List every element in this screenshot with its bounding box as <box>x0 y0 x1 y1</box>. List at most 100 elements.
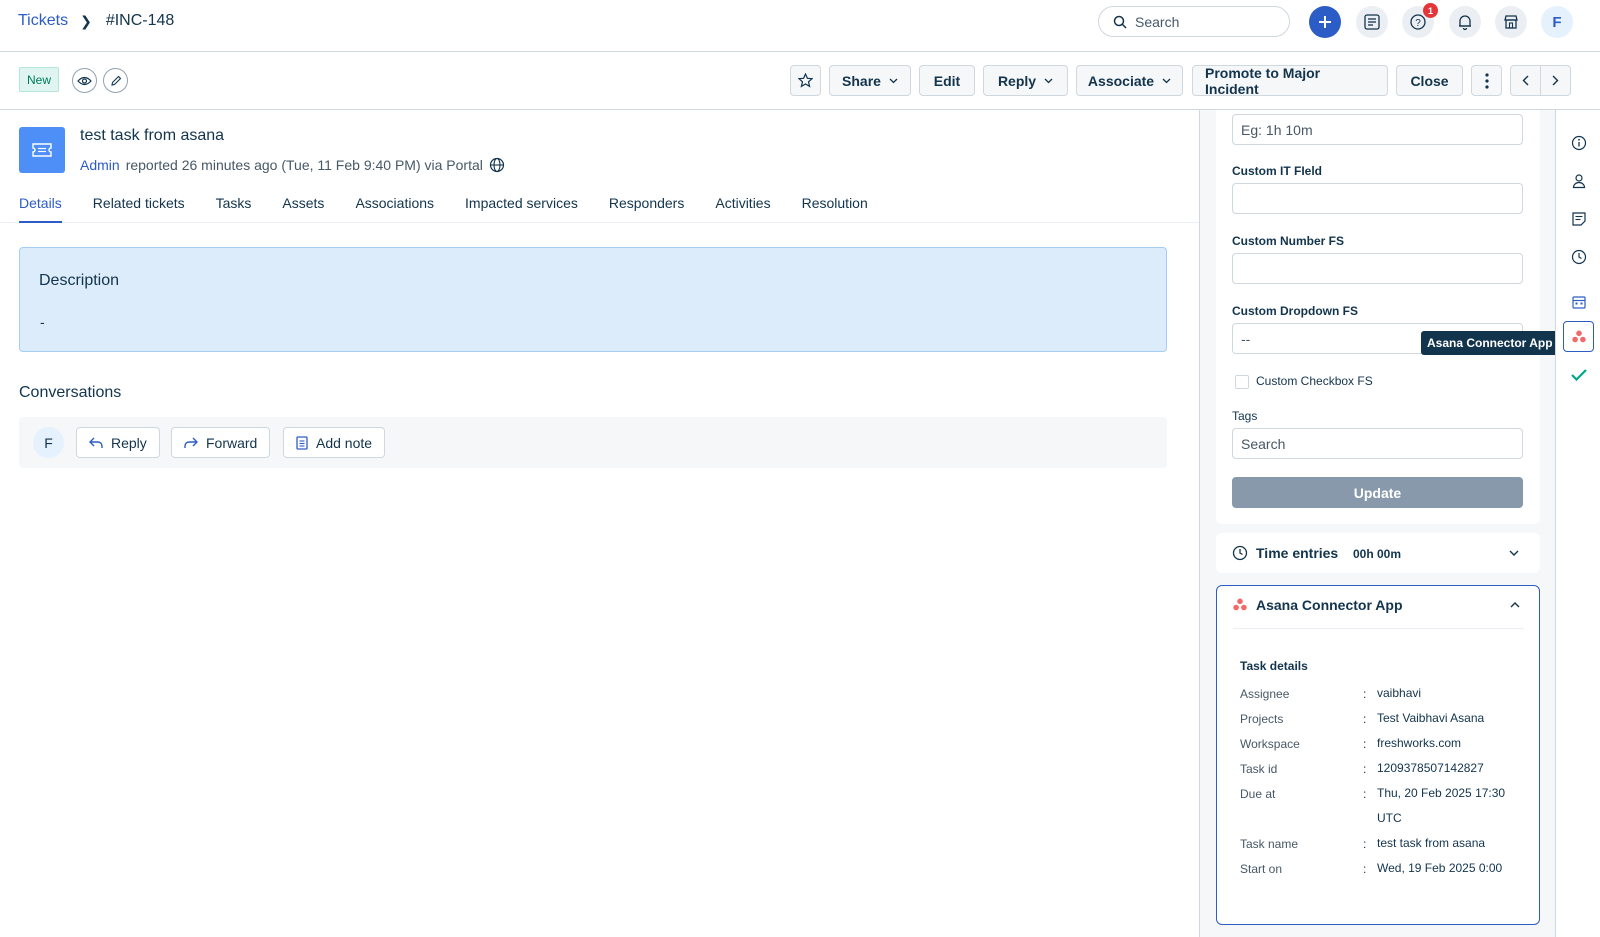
status-badge: New <box>19 67 60 92</box>
tab-tasks[interactable]: Tasks <box>216 188 252 223</box>
chevron-up-icon[interactable] <box>1510 602 1520 608</box>
clock-icon <box>1232 545 1248 561</box>
ticket-meta: Admin reported 26 minutes ago (Tue, 11 F… <box>80 157 505 173</box>
reporter-link[interactable]: Admin <box>80 157 120 173</box>
tab-resolution[interactable]: Resolution <box>802 188 868 223</box>
global-search-input[interactable]: Search <box>1098 6 1290 37</box>
tags-search-input[interactable]: Search <box>1232 428 1523 459</box>
task-name-value: test task from asana <box>1377 836 1486 850</box>
tab-details[interactable]: Details <box>19 188 62 223</box>
user-avatar[interactable]: F <box>1541 6 1573 38</box>
ticket-action-bar: New Share Edit Reply Associate Promote t… <box>0 52 1600 110</box>
forward-button[interactable]: Forward <box>171 427 271 458</box>
previous-ticket-button[interactable] <box>1510 65 1541 96</box>
conversation-actions: F Reply Forward Add note <box>19 417 1167 468</box>
close-ticket-button[interactable]: Close <box>1396 65 1463 96</box>
tab-associations[interactable]: Associations <box>355 188 434 223</box>
calendar-icon <box>1571 295 1586 309</box>
assignee-key: Assignee <box>1240 687 1290 701</box>
more-actions-button[interactable] <box>1471 65 1502 96</box>
custom-number-input[interactable] <box>1232 253 1523 284</box>
ticket-type-icon <box>19 127 65 173</box>
chevron-down-icon <box>1044 78 1053 84</box>
asana-logo-icon <box>1571 330 1586 343</box>
share-label: Share <box>842 72 881 89</box>
reply-label: Reply <box>111 434 147 451</box>
chevron-down-icon <box>889 78 898 84</box>
tab-responders[interactable]: Responders <box>609 188 685 223</box>
separator: : <box>1363 762 1367 776</box>
separator: : <box>1363 737 1367 751</box>
calendar-rail-button[interactable] <box>1563 286 1594 317</box>
help-button[interactable]: ? 1 <box>1402 3 1438 38</box>
requester-rail-button[interactable] <box>1563 165 1594 196</box>
add-note-button[interactable]: Add note <box>283 427 386 458</box>
description-panel: Description - <box>19 247 1167 352</box>
associate-button[interactable]: Associate <box>1076 65 1183 96</box>
right-icon-rail <box>1555 110 1600 937</box>
custom-it-field-input[interactable] <box>1232 183 1523 214</box>
reply-label: Reply <box>997 72 1037 89</box>
asana-tooltip: Asana Connector App <box>1421 331 1559 355</box>
tags-label: Tags <box>1232 409 1258 423</box>
reply-dropdown-button[interactable]: Reply <box>983 65 1068 96</box>
close-label: Close <box>1410 72 1449 89</box>
properties-card: Eg: 1h 10m Custom IT FIeld Custom Number… <box>1216 110 1540 524</box>
start-on-value: Wed, 19 Feb 2025 0:00 <box>1377 861 1503 875</box>
user-icon <box>1572 173 1585 188</box>
add-note-label: Add note <box>316 434 373 451</box>
tab-related-tickets[interactable]: Related tickets <box>93 188 185 223</box>
promote-major-incident-button[interactable]: Promote to Major Incident <box>1192 65 1388 97</box>
associate-label: Associate <box>1087 72 1155 89</box>
notes-rail-button[interactable] <box>1563 203 1594 234</box>
tab-activities[interactable]: Activities <box>715 188 770 223</box>
clock-icon <box>1571 249 1586 264</box>
due-at-key: Due at <box>1240 787 1276 801</box>
custom-it-field-label: Custom IT FIeld <box>1232 164 1322 178</box>
tab-impacted-services[interactable]: Impacted services <box>465 188 578 223</box>
workspace-key: Workspace <box>1240 737 1300 751</box>
workspace-value: freshworks.com <box>1377 736 1462 750</box>
projects-value: Test Vaibhavi Asana <box>1377 711 1485 725</box>
separator: : <box>1363 787 1367 801</box>
breadcrumb-tickets-link[interactable]: Tickets <box>18 12 68 30</box>
properties-pane: Eg: 1h 10m Custom IT FIeld Custom Number… <box>1200 110 1555 937</box>
next-ticket-button[interactable] <box>1540 65 1571 96</box>
plus-icon <box>1319 16 1331 28</box>
time-estimate-input[interactable]: Eg: 1h 10m <box>1232 114 1523 145</box>
chevron-down-icon <box>1509 550 1519 556</box>
reply-button[interactable]: Reply <box>76 427 160 458</box>
custom-checkbox-label: Custom Checkbox FS <box>1256 374 1373 388</box>
note-icon <box>296 435 308 450</box>
watch-button[interactable] <box>72 68 97 93</box>
share-button[interactable]: Share <box>829 65 911 96</box>
task-details-heading: Task details <box>1240 659 1308 673</box>
notifications-button[interactable] <box>1449 6 1481 38</box>
ticket-subject: test task from asana <box>80 127 225 144</box>
start-on-key: Start on <box>1240 862 1283 876</box>
pencil-icon <box>110 75 121 86</box>
asana-app-rail-button[interactable] <box>1563 321 1594 352</box>
tab-assets[interactable]: Assets <box>282 188 324 223</box>
globe-icon <box>489 157 504 173</box>
favorite-button[interactable] <box>790 65 821 96</box>
edit-button[interactable]: Edit <box>919 65 975 96</box>
custom-checkbox[interactable] <box>1235 375 1249 389</box>
reply-icon <box>89 437 103 448</box>
new-item-button[interactable] <box>1309 6 1341 38</box>
chevron-left-icon <box>1522 75 1529 86</box>
edit-title-button[interactable] <box>103 68 128 93</box>
approval-app-rail-button[interactable] <box>1563 359 1594 390</box>
custom-dropdown-label: Custom Dropdown FS <box>1232 304 1358 318</box>
top-header: Tickets ❯ #INC-148 Search ? 1 F <box>0 0 1600 52</box>
update-button[interactable]: Update <box>1232 477 1523 508</box>
catalog-button[interactable] <box>1356 6 1388 38</box>
time-entries-card[interactable]: Time entries 00h 00m <box>1216 533 1540 573</box>
ticket-info-rail-button[interactable] <box>1563 127 1594 158</box>
custom-number-label: Custom Number FS <box>1232 234 1345 248</box>
checkmark-icon <box>1570 368 1587 381</box>
svg-text:?: ? <box>1415 18 1421 29</box>
time-rail-button[interactable] <box>1563 241 1594 272</box>
list-doc-icon <box>1364 14 1380 30</box>
marketplace-button[interactable] <box>1495 6 1527 38</box>
